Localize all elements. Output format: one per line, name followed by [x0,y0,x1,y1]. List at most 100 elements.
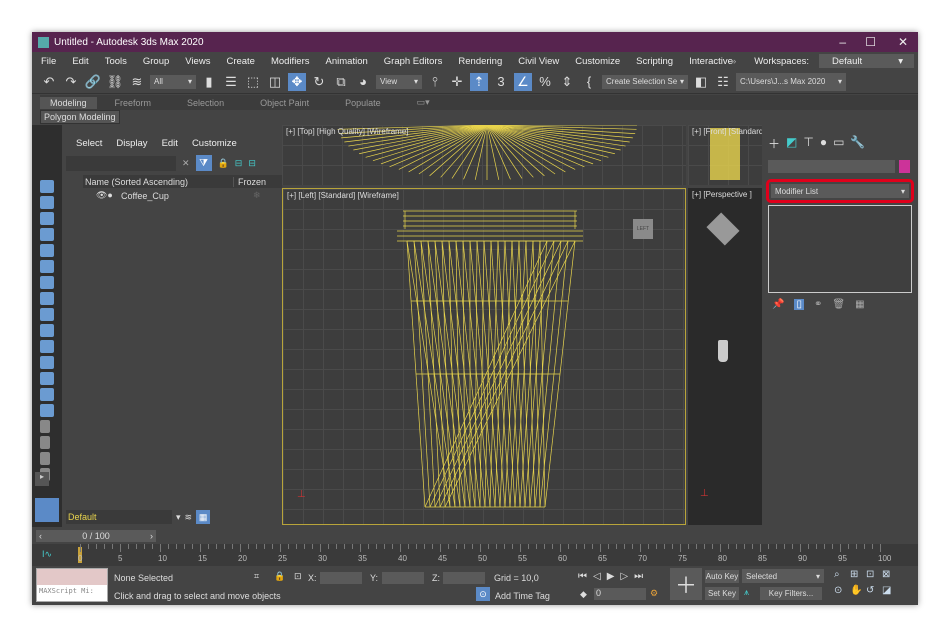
menu-rendering[interactable]: Rendering [449,56,509,67]
unlink-icon[interactable]: ⛓ [106,73,124,91]
align-icon[interactable]: ☷ [714,73,732,91]
make-unique-icon[interactable]: ⚭ [814,299,822,310]
object-name-input[interactable] [768,160,895,173]
z-coordinate-input[interactable] [443,572,485,584]
zoom-all-icon[interactable]: ⊞ [850,569,866,580]
menu-file[interactable]: File [32,56,63,67]
scene-search-input[interactable] [66,155,176,171]
explorer-menu-edit[interactable]: Edit [162,138,178,149]
utilities-tab-icon[interactable]: 🔧 [850,135,865,152]
isolate-selection-icon[interactable]: ⌗ [254,571,259,582]
menu-group[interactable]: Group [134,56,176,67]
hierarchy-icon[interactable]: ⊟ [235,158,243,169]
menu-create[interactable]: Create [217,56,262,67]
display-containers-icon[interactable] [40,340,54,353]
close-button[interactable]: ✕ [898,35,908,49]
ribbon-tab-populate[interactable]: Populate [327,98,399,108]
list-item[interactable]: 👁● Coffee_Cup ❄ [83,189,282,202]
menu-modifiers[interactable]: Modifiers [262,56,317,67]
orbit-icon[interactable]: ↺ [866,585,882,596]
menu-animation[interactable]: Animation [317,56,375,67]
y-coordinate-input[interactable] [382,572,424,584]
polygon-modeling-panel[interactable]: Polygon Modeling [40,110,120,124]
selection-lock-icon[interactable]: 🔒 [274,571,285,582]
pan-icon[interactable]: ✋ [850,585,866,596]
expand-arrow-icon[interactable]: ▸ [35,472,49,486]
ribbon-tab-selection[interactable]: Selection [169,98,242,108]
prev-frame-icon[interactable]: ‹ [39,531,42,541]
select-by-name-icon[interactable]: ☰ [222,73,240,91]
menu-tools[interactable]: Tools [96,56,134,67]
set-key-big-button[interactable]: ＋ [670,568,702,600]
previous-frame-icon[interactable]: ◁ [593,571,601,582]
viewport-label-left[interactable]: [+] [Left] [Standard] [Wireframe] [287,191,399,200]
field-of-view-icon[interactable]: ⊙ [834,585,850,596]
visibility-eye-icon[interactable]: 👁● [83,190,121,201]
curve-editor-icon[interactable]: I∿ [42,549,52,560]
hierarchy-tab-icon[interactable]: ⊤ [803,135,813,152]
scale-icon[interactable]: ⧉ [332,73,350,91]
add-time-tag-button[interactable]: Add Time Tag [495,591,550,601]
placement-icon[interactable]: ◕ [354,73,372,91]
zoom-icon[interactable]: ⌕ [834,569,850,580]
viewport-perspective[interactable]: [+] [Perspective ] ⊥ [688,188,762,525]
window-crossing-icon[interactable]: ◫ [266,73,284,91]
display-tab-icon[interactable]: ▭ [833,135,844,152]
redo-icon[interactable]: ↷ [62,73,80,91]
rectangular-selection-icon[interactable]: ⬚ [244,73,262,91]
snaps-toggle-icon[interactable]: 3 [492,73,510,91]
select-object-icon[interactable]: ▮ [200,73,218,91]
ribbon-tab-object-paint[interactable]: Object Paint [242,98,327,108]
auto-key-button[interactable]: Auto Key [705,570,739,583]
lock-icon[interactable]: 🔒 [218,158,229,169]
maximize-button[interactable]: ☐ [865,35,876,49]
filter-b-icon[interactable] [40,452,50,465]
viewport-layout-icon[interactable] [35,498,59,522]
modify-tab-icon[interactable]: ◩ [786,135,797,152]
ribbon-tab-modeling[interactable]: Modeling [40,96,97,109]
undo-icon[interactable]: ↶ [40,73,58,91]
current-frame-input[interactable]: 0 [594,588,646,600]
key-mode-toggle-icon[interactable]: ◆ [580,589,587,600]
x-coordinate-input[interactable] [320,572,362,584]
column-frozen[interactable]: Frozen [233,176,281,187]
modifier-list-dropdown[interactable]: Modifier List ▾ [771,184,909,198]
viewcube-perspective[interactable] [706,212,740,246]
display-spacewarps-icon[interactable] [40,276,54,289]
chevron-down-icon[interactable]: ▾ [176,512,181,523]
display-hidden-icon[interactable] [40,372,54,385]
layer-explorer-icon[interactable]: ▦ [196,510,211,524]
spinner-snap-icon[interactable]: ⇕ [558,73,576,91]
frozen-icon[interactable]: ❄ [233,190,261,201]
key-filters-button[interactable]: Key Filters... [760,587,822,600]
pin-stack-icon[interactable]: 📌 [772,299,784,310]
display-none-icon[interactable] [40,180,54,193]
mirror-icon[interactable]: ◧ [692,73,710,91]
layer-dropdown[interactable]: Default [66,510,172,524]
display-xrefs-icon[interactable] [40,308,54,321]
layer-icon[interactable]: ⊟ [248,158,256,169]
viewport-top[interactable]: [+] [Top] [High Quality] [Wireframe] [282,125,686,185]
absolute-mode-icon[interactable]: ⊡ [294,571,302,582]
zoom-extents-icon[interactable]: ⊡ [866,569,882,580]
viewcube[interactable]: LEFT [633,219,653,239]
object-color-swatch[interactable] [899,160,910,173]
time-tag-icon[interactable]: ⊙ [476,587,490,601]
ribbon-tab-freeform[interactable]: Freeform [97,98,170,108]
display-invert-icon[interactable] [40,420,50,433]
clear-search-icon[interactable]: ✕ [182,158,190,169]
viewport-label-top[interactable]: [+] [Top] [High Quality] [Wireframe] [286,127,408,136]
project-path-dropdown[interactable]: C:\Users\J...s Max 2020 ▾ [736,72,846,91]
filter-icon[interactable]: ⧩ [195,155,212,171]
pivot-center-icon[interactable]: ⫯ [426,73,444,91]
next-frame-icon[interactable]: ▷ [620,571,628,582]
percent-snap-icon[interactable]: % [536,73,554,91]
go-to-end-icon[interactable]: ⏭ [634,571,643,582]
menu-edit[interactable]: Edit [63,56,95,67]
rotate-icon[interactable]: ↻ [310,73,328,91]
viewport-left[interactable]: [+] [Left] [Standard] [Wireframe] LEFT ⊥ [282,188,686,525]
link-icon[interactable]: 🔗 [84,73,102,91]
display-cameras-icon[interactable] [40,244,54,257]
filter-a-icon[interactable] [40,436,50,449]
motion-tab-icon[interactable]: ● [820,135,827,152]
